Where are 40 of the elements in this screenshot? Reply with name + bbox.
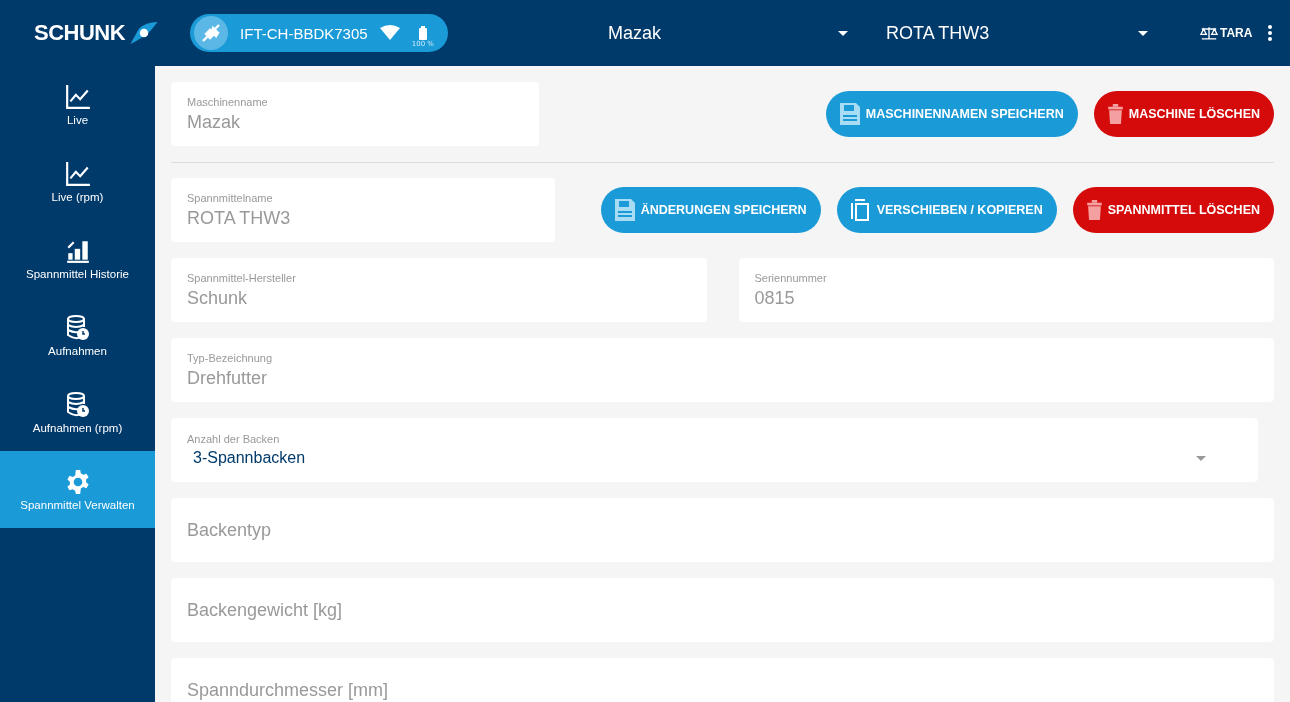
delete-button[interactable]: SPANNMITTEL LÖSCHEN [1072,187,1274,233]
line-chart-icon [64,83,91,110]
text-field[interactable]: Typ-Bezeichnung Drehfutter [171,338,1274,402]
save-button[interactable]: MASCHINENNAMEN SPEICHERN [825,91,1078,137]
logo-text: SCHUNK [34,20,126,46]
caret-icon [1138,30,1148,36]
battery-icon [418,26,427,40]
trash-icon [1086,200,1102,220]
tara-button[interactable]: TARA [1200,25,1253,41]
save-button[interactable]: ÄNDERUNGEN SPEICHERN [600,187,821,233]
select-field[interactable]: Anzahl der Backen 3-Spannbacken [171,418,1258,482]
input-field[interactable]: Spanndurchmesser [mm] [171,658,1274,702]
tool-name-field[interactable]: Spannmittelname ROTA THW3 [171,178,555,242]
plug-icon [194,16,228,50]
text-field[interactable]: Spannmittel-Hersteller Schunk [171,258,707,322]
sidebar-item[interactable]: Aufnahmen [0,297,155,374]
copy-icon [850,199,871,221]
sidebar-item[interactable]: Live [0,66,155,143]
trash-icon [1107,104,1123,124]
delete-button[interactable]: MASCHINE LÖSCHEN [1093,91,1274,137]
caret-icon [1196,455,1206,461]
copy-button[interactable]: VERSCHIEBEN / KOPIEREN [836,187,1057,233]
more-menu-icon[interactable] [1268,25,1273,41]
sidebar-item[interactable]: Spannmittel Verwalten [0,451,155,528]
line-chart-icon [64,160,91,187]
sidebar-item[interactable]: Live (rpm) [0,143,155,220]
tool-dropdown[interactable]: ROTA THW3 [886,22,1148,44]
input-field[interactable]: Backengewicht [kg] [171,578,1274,642]
input-field[interactable]: Backentyp [171,498,1274,562]
caret-icon [838,30,848,36]
sidebar-item[interactable]: Spannmittel Historie [0,220,155,297]
machine-dropdown[interactable]: Mazak [608,22,848,44]
machine-name-field[interactable]: Maschinenname Mazak [171,82,539,146]
database-clock-icon [65,314,90,341]
scale-icon [1200,25,1218,41]
sidebar-item[interactable]: Aufnahmen (rpm) [0,374,155,451]
wifi-icon [379,25,400,41]
settings-icon [64,468,91,495]
text-field[interactable]: Seriennummer 0815 [738,258,1274,322]
database-clock-icon [65,391,90,418]
